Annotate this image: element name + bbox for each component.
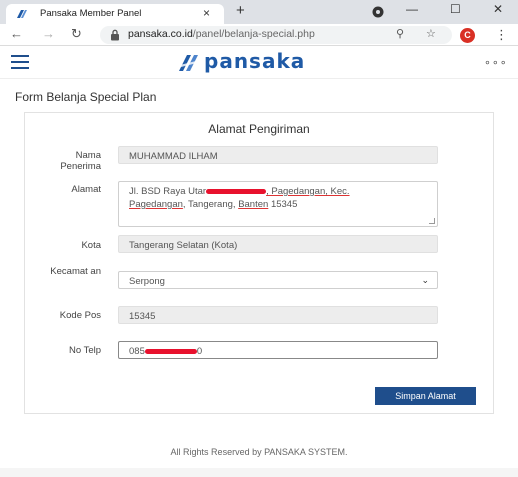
page-title: Form Belanja Special Plan	[15, 90, 157, 104]
nama-penerima-field[interactable]: MUHAMMAD ILHAM	[118, 146, 438, 164]
site-header: pansaka ∘∘∘	[0, 47, 518, 79]
window-maximize-icon[interactable]: ☐	[450, 2, 461, 16]
media-control-icon[interactable]	[372, 6, 384, 18]
alamat-line-1: Jl. BSD Raya Utar, Pagedangan, Kec.	[129, 186, 350, 197]
alamat-line-2: Pagedangan, Tangerang, Banten 15345	[129, 199, 298, 210]
profile-avatar[interactable]: C	[460, 28, 475, 43]
forward-arrow-icon[interactable]: →	[42, 26, 55, 41]
url-text: pansaka.co.id/panel/belanja-special.php	[128, 28, 315, 40]
logo-text: pansaka	[204, 49, 306, 73]
kecamatan-selected-value: Serpong	[129, 276, 165, 287]
card-title: Alamat Pengiriman	[208, 122, 310, 136]
zoom-icon[interactable]: ⚲	[396, 27, 404, 40]
chevron-down-icon: ⌄	[421, 275, 429, 285]
save-address-button[interactable]: Simpan Alamat	[375, 387, 476, 405]
pansaka-favicon-icon	[17, 10, 27, 18]
redaction-mark	[206, 188, 267, 194]
hamburger-menu-icon[interactable]	[11, 55, 29, 69]
bottom-bar	[0, 468, 518, 477]
kode-pos-label: Kode Pos	[59, 310, 101, 321]
no-telp-label: No Telp	[68, 345, 101, 356]
more-options-icon[interactable]: ∘∘∘	[484, 56, 508, 69]
lock-icon	[111, 29, 119, 41]
no-telp-input[interactable]: 085 0	[118, 341, 438, 359]
back-arrow-icon[interactable]: ←	[10, 26, 23, 41]
window-minimize-icon[interactable]: —	[406, 2, 418, 16]
shipping-address-card: Alamat Pengiriman Nama Penerima MUHAMMAD…	[24, 112, 494, 414]
footer-text: All Rights Reserved by PANSAKA SYSTEM.	[170, 447, 348, 457]
kota-label: Kota	[81, 240, 101, 251]
browser-tabstrip: Pansaka Member Panel × + — ☐ ✕	[0, 0, 518, 24]
alamat-textarea[interactable]: Jl. BSD Raya Utar, Pagedangan, Kec. Page…	[118, 181, 438, 227]
address-bar[interactable]: pansaka.co.id/panel/belanja-special.php …	[100, 26, 452, 44]
browser-toolbar: ← → ↻ pansaka.co.id/panel/belanja-specia…	[0, 24, 518, 46]
bookmark-star-icon[interactable]: ☆	[426, 27, 436, 40]
redaction-mark	[144, 348, 197, 354]
window-close-icon[interactable]: ✕	[493, 2, 503, 16]
kota-field[interactable]: Tangerang Selatan (Kota)	[118, 235, 438, 253]
pansaka-logo[interactable]: pansaka	[178, 49, 358, 76]
kecamatan-label: Kecamat an	[50, 266, 101, 277]
pansaka-logo-mark-icon	[179, 55, 198, 71]
alamat-label: Alamat	[71, 184, 101, 195]
tab-title: Pansaka Member Panel	[40, 8, 142, 19]
browser-menu-icon[interactable]: ⋮	[495, 27, 508, 43]
resize-handle-icon[interactable]	[429, 218, 435, 224]
kode-pos-field[interactable]: 15345	[118, 306, 438, 324]
kecamatan-select[interactable]: Serpong ⌄	[118, 271, 438, 289]
reload-icon[interactable]: ↻	[71, 26, 82, 42]
nama-penerima-label: Nama Penerima	[60, 150, 101, 172]
tab-close-icon[interactable]: ×	[203, 6, 210, 20]
new-tab-button[interactable]: +	[236, 2, 245, 19]
browser-tab[interactable]: Pansaka Member Panel ×	[6, 4, 224, 24]
